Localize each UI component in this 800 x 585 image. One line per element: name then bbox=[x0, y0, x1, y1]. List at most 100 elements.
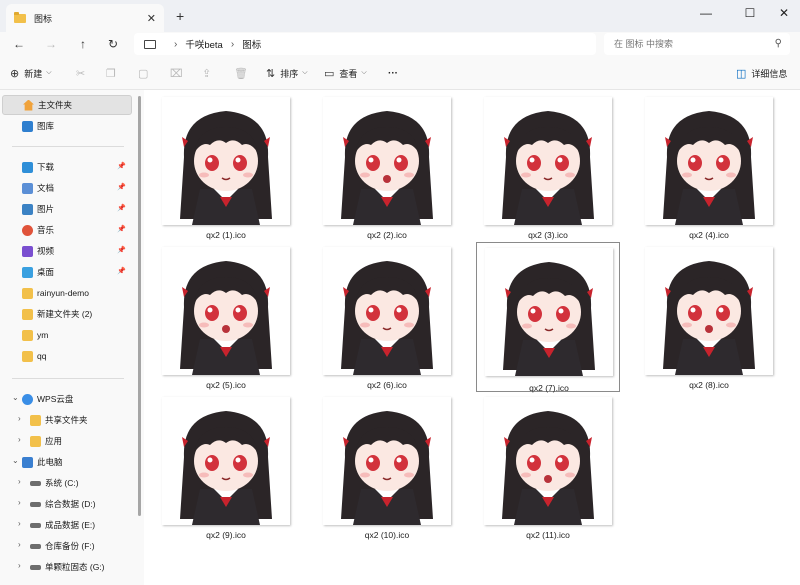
new-label: 新建 bbox=[24, 68, 43, 79]
view-button[interactable]: ▭ 查看 ⌵ bbox=[324, 56, 367, 90]
paste-button[interactable]: ▢ bbox=[138, 56, 153, 90]
chevron-right-icon[interactable]: › bbox=[18, 519, 21, 528]
drive-icon bbox=[30, 564, 41, 570]
character-illustration bbox=[162, 397, 290, 525]
share-button[interactable]: ⇪ bbox=[202, 56, 216, 90]
download-icon bbox=[22, 161, 33, 173]
up-button[interactable]: ↑ bbox=[74, 36, 92, 52]
breadcrumb-item[interactable]: 图标 bbox=[242, 37, 261, 51]
tab-close-icon[interactable]: ✕ bbox=[147, 12, 156, 25]
sidebar-item-drive[interactable]: › 系统 (C:) bbox=[2, 473, 132, 493]
cut-icon: ✂ bbox=[76, 67, 86, 80]
sidebar-item-documents[interactable]: 文档 📌 bbox=[2, 178, 132, 198]
sidebar-item-drive[interactable]: › 仓库备份 (F:) bbox=[2, 536, 132, 556]
pin-icon[interactable]: 📌 bbox=[117, 183, 126, 191]
sidebar-item-gallery[interactable]: 图库 bbox=[2, 116, 132, 136]
sidebar-item-pictures[interactable]: 图片 📌 bbox=[2, 199, 132, 219]
pin-icon[interactable]: 📌 bbox=[117, 204, 126, 212]
copy-button[interactable]: ❐ bbox=[106, 56, 121, 90]
file-item[interactable]: qx2 (3).ico bbox=[466, 90, 612, 240]
chevron-right-icon[interactable]: › bbox=[18, 540, 21, 549]
chevron-right-icon[interactable]: › bbox=[18, 477, 21, 486]
minimize-button[interactable]: — bbox=[686, 2, 726, 26]
sidebar-item-this-pc[interactable]: ⌄ 此电脑 bbox=[2, 452, 132, 472]
sidebar-item-music[interactable]: 音乐 📌 bbox=[2, 220, 132, 240]
pin-icon[interactable]: 📌 bbox=[117, 246, 126, 254]
sidebar-item-folder[interactable]: 新建文件夹 (2) bbox=[2, 304, 132, 324]
chevron-down-icon[interactable]: ⌄ bbox=[12, 393, 19, 402]
forward-button[interactable]: → bbox=[42, 36, 60, 52]
file-grid: qx2 (1).ico qx2 (2).ico qx2 (3).ico qx2 (4)… bbox=[144, 90, 800, 585]
chevron-down-icon[interactable]: ⌄ bbox=[12, 456, 19, 465]
computer-icon bbox=[144, 39, 156, 49]
file-item[interactable]: qx2 (7).ico bbox=[476, 242, 620, 393]
folder-icon bbox=[22, 329, 33, 341]
details-pane-button[interactable]: ◫ 详细信息 bbox=[736, 56, 787, 90]
file-item[interactable]: qx2 (10).ico bbox=[305, 390, 451, 540]
drive-icon bbox=[30, 501, 41, 507]
address-bar[interactable]: › 千咲beta › 图标 bbox=[134, 33, 596, 55]
file-thumbnail bbox=[484, 97, 612, 225]
tab-icons[interactable]: 图标 ✕ bbox=[6, 4, 164, 32]
app-folder-icon bbox=[30, 435, 41, 447]
new-button[interactable]: ⊕ 新建 ⌵ bbox=[10, 56, 52, 90]
search-input[interactable]: 在 图标 中搜索 ⚲ bbox=[604, 33, 790, 55]
pin-icon[interactable]: 📌 bbox=[117, 225, 126, 233]
sidebar-item-drive[interactable]: › 成品数据 (E:) bbox=[2, 515, 132, 535]
back-button[interactable]: ← bbox=[10, 36, 28, 52]
file-thumbnail bbox=[645, 97, 773, 225]
sidebar-item-folder[interactable]: rainyun-demo bbox=[2, 283, 132, 303]
sidebar-scrollbar[interactable] bbox=[136, 90, 144, 585]
sidebar-item-label: 图片 bbox=[37, 204, 55, 214]
file-name: qx2 (9).ico bbox=[206, 530, 246, 540]
chevron-right-icon[interactable]: › bbox=[18, 498, 21, 507]
file-item[interactable]: qx2 (1).ico bbox=[144, 90, 290, 240]
sidebar-item-shared-folder[interactable]: › 共享文件夹 bbox=[2, 410, 132, 430]
file-item[interactable]: qx2 (4).ico bbox=[627, 90, 773, 240]
sidebar-item-folder[interactable]: qq bbox=[2, 346, 132, 366]
sidebar-item-desktop[interactable]: 桌面 📌 bbox=[2, 262, 132, 282]
file-item[interactable]: qx2 (9).ico bbox=[144, 390, 290, 540]
plus-circle-icon: ⊕ bbox=[10, 67, 20, 80]
pin-icon[interactable]: 📌 bbox=[117, 267, 126, 275]
file-item[interactable]: qx2 (2).ico bbox=[305, 90, 451, 240]
pin-icon[interactable]: 📌 bbox=[117, 162, 126, 170]
file-item[interactable]: qx2 (11).ico bbox=[466, 390, 612, 540]
desktop-icon bbox=[22, 266, 33, 278]
refresh-button[interactable]: ↻ bbox=[104, 36, 122, 52]
sort-button[interactable]: ⇅ 排序 ⌵ bbox=[266, 56, 308, 90]
rename-button[interactable]: ⌧ bbox=[170, 56, 188, 90]
details-label: 详细信息 bbox=[751, 68, 788, 79]
breadcrumb-item[interactable]: 千咲beta bbox=[185, 37, 223, 51]
chevron-right-icon[interactable]: › bbox=[18, 435, 21, 444]
sidebar-item-drive[interactable]: › 单颗粒固态 (G:) bbox=[2, 557, 132, 577]
sidebar-item-label: 此电脑 bbox=[37, 457, 63, 467]
character-illustration bbox=[484, 97, 612, 225]
new-tab-button[interactable]: + bbox=[176, 8, 184, 24]
chevron-right-icon[interactable]: › bbox=[18, 414, 21, 423]
divider bbox=[12, 146, 124, 147]
sidebar-item-apps[interactable]: › 应用 bbox=[2, 431, 132, 451]
file-item[interactable]: qx2 (6).ico bbox=[305, 240, 451, 390]
sidebar-item-downloads[interactable]: 下载 📌 bbox=[2, 157, 132, 177]
title-bar: 图标 ✕ + — ☐ ✕ bbox=[0, 0, 800, 32]
close-window-button[interactable]: ✕ bbox=[764, 2, 800, 26]
file-name: qx2 (8).ico bbox=[689, 380, 729, 390]
sidebar-item-drive[interactable]: › 综合数据 (D:) bbox=[2, 494, 132, 514]
file-thumbnail bbox=[162, 397, 290, 525]
file-name: qx2 (6).ico bbox=[367, 380, 407, 390]
sidebar-item-wps-cloud[interactable]: ⌄ WPS云盘 bbox=[2, 389, 132, 409]
chevron-right-icon[interactable]: › bbox=[18, 561, 21, 570]
file-item[interactable]: qx2 (5).ico bbox=[144, 240, 290, 390]
sidebar-item-label: 成品数据 (E:) bbox=[45, 520, 96, 530]
delete-button[interactable]: 🗑 bbox=[234, 56, 253, 90]
cut-button[interactable]: ✂ bbox=[76, 56, 90, 90]
more-options-button[interactable]: ··· bbox=[388, 56, 398, 90]
file-item[interactable]: qx2 (8).ico bbox=[627, 240, 773, 390]
drive-icon bbox=[30, 522, 41, 528]
scrollbar-thumb[interactable] bbox=[138, 96, 141, 516]
sidebar-item-folder[interactable]: ym bbox=[2, 325, 132, 345]
sidebar-item-home[interactable]: 主文件夹 bbox=[2, 95, 132, 115]
file-thumbnail bbox=[323, 247, 451, 375]
sidebar-item-videos[interactable]: 视频 📌 bbox=[2, 241, 132, 261]
